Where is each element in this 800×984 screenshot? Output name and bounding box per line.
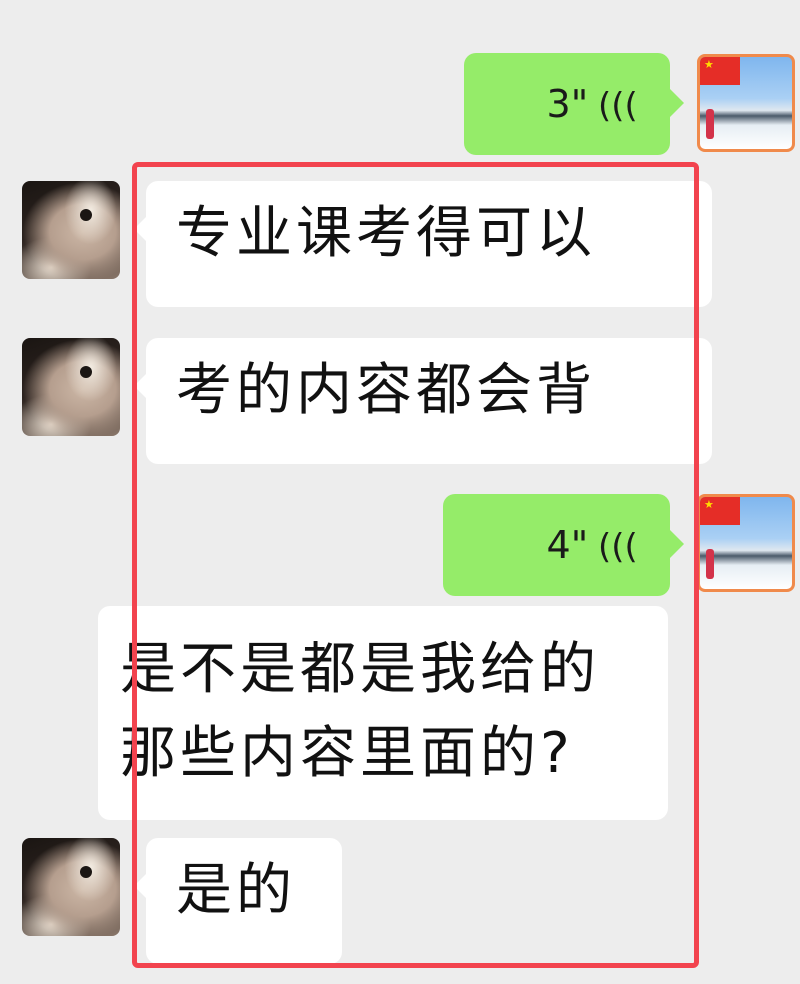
voice-message-bubble[interactable]: 4")))	[443, 494, 684, 596]
contact-avatar[interactable]	[22, 181, 120, 279]
avatar-photo-figure	[706, 109, 714, 139]
voice-wave-icon: )))	[598, 527, 638, 567]
text-message-bubble[interactable]: 是不是都是我给的 那些内容里面的?	[98, 606, 668, 820]
voice-wave-icon: )))	[598, 86, 638, 126]
text-message-bubble[interactable]: 考的内容都会背	[134, 338, 712, 464]
voice-duration: 3"	[546, 82, 589, 126]
voice-duration: 4"	[546, 523, 589, 567]
contact-avatar[interactable]	[22, 338, 120, 436]
message-text: 专业课考得可以	[176, 201, 596, 266]
voice-message-bubble[interactable]: 3")))	[464, 53, 684, 155]
message-text: 是的	[176, 858, 296, 923]
flag-icon: ★	[700, 57, 740, 85]
my-avatar[interactable]: ★	[697, 54, 795, 152]
text-message-bubble[interactable]: 专业课考得可以	[134, 181, 712, 307]
my-avatar[interactable]: ★	[697, 494, 795, 592]
flag-icon: ★	[700, 497, 740, 525]
avatar-photo-figure	[706, 549, 714, 579]
text-message-bubble[interactable]: 是的	[134, 838, 342, 964]
message-text: 考的内容都会背	[176, 358, 596, 423]
message-text-line: 是不是都是我给的	[120, 637, 600, 702]
contact-avatar[interactable]	[22, 838, 120, 936]
message-text-line: 那些内容里面的?	[120, 721, 574, 786]
